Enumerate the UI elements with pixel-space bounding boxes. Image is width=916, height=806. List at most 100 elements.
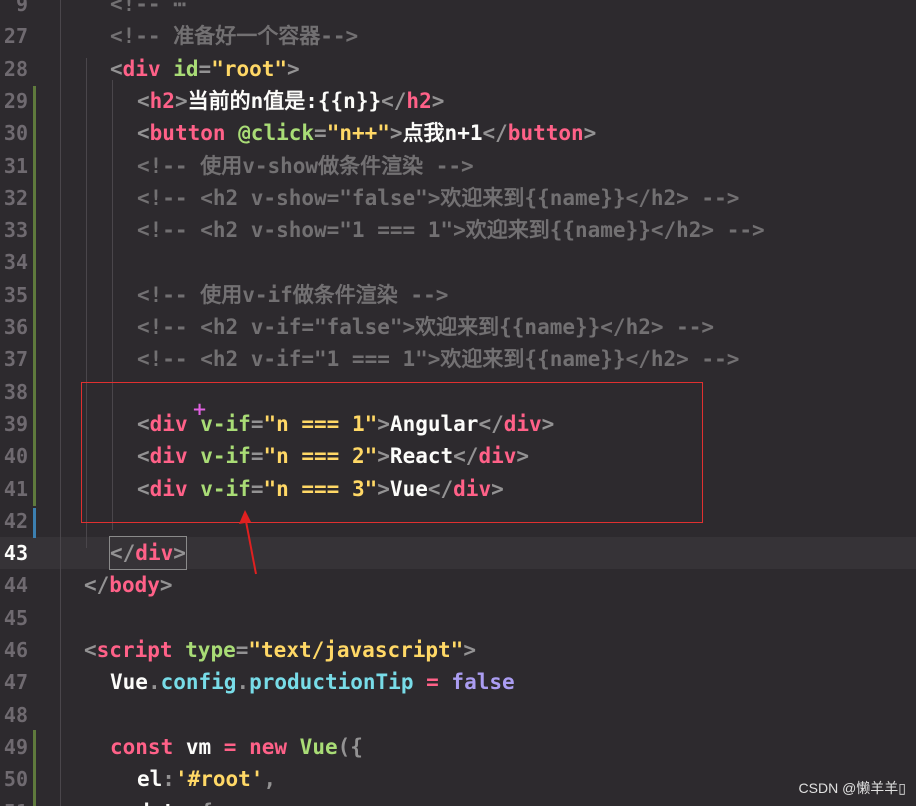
code-token: <!-- 使用v-show做条件渲染 --> bbox=[137, 153, 474, 178]
code-token: </ bbox=[84, 573, 110, 598]
code-line[interactable]: 36 <!-- <h2 v-if="false">欢迎来到{{name}}</h2… bbox=[0, 311, 916, 343]
line-number: 42 bbox=[3, 508, 28, 533]
code-token: > bbox=[583, 121, 597, 146]
code-line[interactable]: 49 const vm = new Vue({ bbox=[0, 731, 916, 763]
code-text: <!-- <h2 v-show="1 === 1">欢迎来到{{name}}</… bbox=[137, 214, 765, 246]
code-token: button bbox=[149, 121, 226, 146]
code-token: h2 bbox=[406, 88, 432, 113]
line-number: 51 bbox=[0, 796, 28, 806]
code-line[interactable]: 28 <div id="root"> bbox=[0, 53, 916, 85]
code-text: <div id="root"> bbox=[110, 53, 300, 85]
code-token: = bbox=[235, 638, 249, 662]
line-number: 48 bbox=[3, 702, 28, 727]
code-text: </body> bbox=[84, 569, 173, 601]
code-text: <!-- 准备好一个容器--> bbox=[110, 20, 358, 52]
code-token: > bbox=[174, 88, 188, 113]
code-token: = bbox=[314, 121, 327, 146]
code-line[interactable]: 9 <!-- ⋯ bbox=[0, 0, 916, 20]
code-token: data bbox=[137, 800, 188, 806]
indent-guide bbox=[60, 0, 61, 806]
code-token: false bbox=[451, 670, 515, 695]
code-token: , bbox=[263, 767, 277, 792]
code-line[interactable]: 37 <!-- <h2 v-if="1 === 1">欢迎来到{{name}}</… bbox=[0, 343, 916, 375]
code-token: Vue bbox=[287, 734, 338, 759]
line-number: 46 bbox=[3, 638, 28, 662]
code-token: script bbox=[96, 638, 173, 662]
line-number: 44 bbox=[3, 573, 28, 598]
code-line[interactable]: 29 <h2>当前的n值是:{{n}}</h2> bbox=[0, 85, 916, 117]
code-token: "text/javascript" bbox=[248, 638, 464, 662]
code-text: <!-- ⋯ bbox=[110, 0, 186, 20]
line-number: 37 bbox=[3, 347, 28, 372]
code-token: h2 bbox=[149, 88, 175, 113]
code-token: el bbox=[137, 767, 163, 792]
code-token: > bbox=[431, 88, 445, 113]
code-token: :{ bbox=[188, 800, 213, 806]
code-line[interactable]: 43 </div> bbox=[0, 536, 916, 571]
code-token: div bbox=[135, 541, 174, 566]
code-text: el:'#root', bbox=[137, 763, 276, 795]
code-text: <script type="text/javascript"> bbox=[84, 634, 476, 666]
code-token: . bbox=[147, 670, 161, 695]
code-line[interactable]: 48 bbox=[0, 699, 916, 731]
line-number: 38 bbox=[3, 379, 28, 404]
line-number: 35 bbox=[3, 282, 28, 307]
code-token: const bbox=[110, 734, 174, 759]
code-line[interactable]: 32 <!-- <h2 v-show="false">欢迎来到{{name}}</… bbox=[0, 182, 916, 214]
code-token: <!-- 准备好一个容器--> bbox=[110, 24, 359, 49]
code-token: <!-- <h2 v-if="false">欢迎来到{{name}}</h2> … bbox=[137, 315, 715, 339]
code-text: </div> bbox=[109, 536, 187, 571]
code-line[interactable]: 45 bbox=[0, 602, 916, 634]
code-line[interactable]: 47 Vue.config.productionTip = false bbox=[0, 666, 916, 698]
code-token: = bbox=[413, 670, 452, 695]
code-token: ⋯ bbox=[173, 0, 186, 16]
code-text: <!-- <h2 v-if="1 === 1">欢迎来到{{name}}</h2… bbox=[137, 343, 739, 375]
code-token: 当前的n值是:{{n}} bbox=[187, 88, 382, 113]
code-token: new bbox=[236, 734, 288, 759]
line-number: 49 bbox=[3, 734, 28, 759]
code-token: '#root' bbox=[174, 767, 264, 792]
line-number: 43 bbox=[3, 541, 28, 566]
git-change-marker bbox=[33, 730, 36, 806]
code-token: <!-- bbox=[110, 0, 174, 16]
line-number: 28 bbox=[3, 56, 28, 81]
code-token: Vue bbox=[110, 670, 148, 695]
code-line[interactable]: 35 <!-- 使用v-if做条件渲染 --> bbox=[0, 279, 916, 311]
line-number: 47 bbox=[3, 670, 28, 695]
code-token: config bbox=[160, 670, 237, 695]
code-token: "n++" bbox=[326, 121, 390, 146]
code-token: <!-- <h2 v-show="1 === 1">欢迎来到{{name}}</… bbox=[137, 218, 765, 243]
git-change-marker bbox=[33, 86, 36, 506]
code-line[interactable]: 44 </body> bbox=[0, 569, 916, 601]
code-token: < bbox=[137, 121, 150, 146]
code-token: . bbox=[236, 670, 250, 695]
line-number: 50 bbox=[3, 767, 28, 792]
code-line[interactable]: 33 <!-- <h2 v-show="1 === 1">欢迎来到{{name}}… bbox=[0, 214, 916, 246]
code-line[interactable]: 27 <!-- 准备好一个容器--> bbox=[0, 20, 916, 52]
code-token: 点我n+1 bbox=[402, 121, 483, 146]
code-editor[interactable]: 9 <!-- ⋯ 27 <!-- 准备好一个容器--> 28 <div id="root"… bbox=[0, 0, 916, 806]
code-line[interactable]: 34 bbox=[0, 246, 916, 278]
code-token: </ bbox=[381, 88, 407, 113]
code-line[interactable]: 50 el:'#root', bbox=[0, 763, 916, 795]
git-change-marker bbox=[33, 508, 36, 538]
code-token: ({ bbox=[337, 734, 363, 759]
line-number: 9 bbox=[15, 0, 28, 16]
code-line[interactable]: 51 data:{ bbox=[0, 796, 916, 806]
line-number: 31 bbox=[3, 153, 28, 178]
code-text: <!-- <h2 v-if="false">欢迎来到{{name}}</h2> … bbox=[137, 311, 714, 343]
line-number: 27 bbox=[3, 24, 28, 49]
line-number: 30 bbox=[3, 121, 28, 146]
code-line[interactable]: 31 <!-- 使用v-show做条件渲染 --> bbox=[0, 150, 916, 182]
code-line[interactable]: 30 <button @click="n++">点我n+1</button> bbox=[0, 117, 916, 149]
line-number: 29 bbox=[3, 88, 28, 113]
code-token: = bbox=[198, 56, 212, 81]
code-token: < bbox=[137, 88, 150, 113]
code-text: <!-- <h2 v-show="false">欢迎来到{{name}}</h2… bbox=[137, 182, 739, 214]
line-number: 40 bbox=[3, 444, 28, 469]
code-line[interactable]: 46 <script type="text/javascript"> bbox=[0, 634, 916, 666]
code-token: id bbox=[160, 56, 199, 81]
code-token: <!-- <h2 v-if="1 === 1">欢迎来到{{name}}</h2… bbox=[137, 347, 740, 372]
code-token: = bbox=[223, 734, 237, 759]
line-number: 45 bbox=[3, 605, 28, 630]
